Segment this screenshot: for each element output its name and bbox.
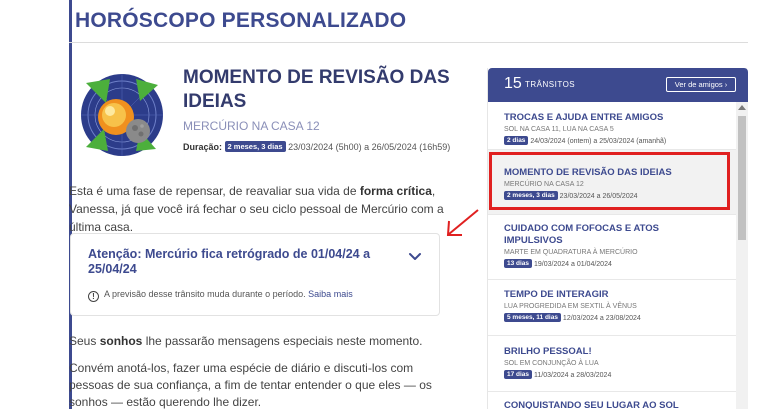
chevron-down-icon[interactable] — [405, 246, 425, 266]
item-title: CUIDADO COM FOFOCAS E ATOS IMPULSIVOS — [504, 223, 659, 246]
learn-more-link[interactable]: Saiba mais — [308, 289, 353, 299]
list-item[interactable]: CUIDADO COM FOFOCAS E ATOS IMPULSIVOS MA… — [488, 215, 736, 280]
item-badge: 17 dias — [504, 370, 533, 379]
duration-range: 23/03/2024 (5h00) a 26/05/2024 (16h59) — [288, 142, 451, 152]
alert-note-text: A previsão desse trânsito muda durante o… — [104, 289, 306, 299]
scroll-up-arrow-icon[interactable] — [738, 105, 746, 110]
p2-end: lhe passarão mensagens especiais neste m… — [142, 334, 423, 348]
item-dates: 5 meses, 11 dias 12/03/2024 a 23/08/2024 — [504, 313, 736, 322]
intro-bold: forma crítica — [359, 184, 432, 198]
advice-paragraph: Convém anotá-los, fazer uma espécie de d… — [69, 361, 432, 409]
item-title: TROCAS E AJUDA ENTRE AMIGOS — [504, 112, 664, 123]
item-subtitle: LUA PROGREDIDA EM SEXTIL À VÊNUS — [504, 303, 637, 310]
transits-sidebar: 15 TRÂNSITOS Ver de amigos › TROCAS E AJ… — [487, 68, 748, 409]
duration-row: Duração: 2 meses, 3 dias 23/03/2024 (5h0… — [183, 141, 450, 152]
item-range: 19/03/2024 a 01/04/2024 — [534, 261, 612, 268]
duration-badge: 2 meses, 3 dias — [224, 141, 286, 152]
duration-label: Duração: — [183, 142, 223, 152]
mercury-planet-illustration — [81, 74, 163, 156]
item-dates: 17 dias 11/03/2024 a 28/03/2024 — [504, 370, 736, 379]
list-item[interactable]: TEMPO DE INTERAGIR LUA PROGREDIDA EM SEX… — [488, 280, 736, 336]
page-title: HORÓSCOPO PERSONALIZADO — [75, 9, 407, 32]
p2-start: Seus — [69, 334, 100, 348]
item-badge: 13 dias — [504, 259, 533, 268]
scroll-thumb[interactable] — [738, 116, 746, 240]
item-range: 11/03/2024 a 28/03/2024 — [534, 372, 612, 379]
title-divider — [69, 42, 748, 43]
alert-note: ! A previsão desse trânsito muda durante… — [88, 289, 353, 302]
sidebar-header: 15 TRÂNSITOS Ver de amigos › — [488, 68, 748, 102]
retrograde-alert-card[interactable]: Atenção: Mercúrio fica retrógrado de 01/… — [70, 233, 440, 316]
item-subtitle: MARTE EM QUADRATURA À MERCÚRIO — [504, 249, 638, 256]
item-subtitle: SOL EM CONJUNÇÃO À LUA — [504, 360, 599, 367]
list-item[interactable]: CONQUISTANDO SEU LUGAR AO SOL — [488, 392, 736, 409]
highlight-annotation-box — [489, 152, 730, 210]
intro-paragraph: Esta é uma fase de repensar, de reavalia… — [69, 182, 444, 236]
list-item[interactable]: BRILHO PESSOAL! SOL EM CONJUNÇÃO À LUA 1… — [488, 336, 736, 392]
sidebar-scrollbar[interactable] — [736, 102, 748, 409]
alert-title: Atenção: Mercúrio fica retrógrado de 01/… — [88, 247, 371, 276]
red-arrow-annotation — [446, 209, 479, 236]
item-dates: 2 dias 24/03/2024 (ontem) a 25/03/2024 (… — [504, 136, 736, 145]
transit-subtitle: MERCÚRIO NA CASA 12 — [183, 119, 320, 133]
view-friends-button[interactable]: Ver de amigos › — [666, 77, 736, 92]
item-range: 24/03/2024 (ontem) a 25/03/2024 (amanhã) — [530, 138, 667, 145]
item-subtitle: SOL NA CASA 11, LUA NA CASA 5 — [504, 126, 614, 133]
transits-count: 15 — [504, 75, 522, 92]
item-title: BRILHO PESSOAL! — [504, 346, 592, 357]
info-icon: ! — [88, 291, 99, 302]
item-badge: 5 meses, 11 dias — [504, 313, 561, 322]
item-badge: 2 dias — [504, 136, 529, 145]
dreams-paragraph: Seus sonhos lhe passarão mensagens espec… — [69, 334, 423, 348]
p2-bold: sonhos — [99, 334, 143, 348]
item-dates: 13 dias 19/03/2024 a 01/04/2024 — [504, 259, 736, 268]
item-title: CONQUISTANDO SEU LUGAR AO SOL — [504, 400, 679, 409]
item-range: 12/03/2024 a 23/08/2024 — [562, 315, 641, 322]
list-item[interactable]: TROCAS E AJUDA ENTRE AMIGOS SOL NA CASA … — [488, 102, 736, 150]
transits-label: TRÂNSITOS — [525, 80, 576, 89]
transits-list: TROCAS E AJUDA ENTRE AMIGOS SOL NA CASA … — [488, 102, 736, 409]
transit-title: MOMENTO DE REVISÃO DAS IDEIAS — [183, 67, 450, 112]
intro-text-start: Esta é uma fase de repensar, de reavalia… — [69, 184, 360, 198]
item-title: TEMPO DE INTERAGIR — [504, 289, 609, 300]
